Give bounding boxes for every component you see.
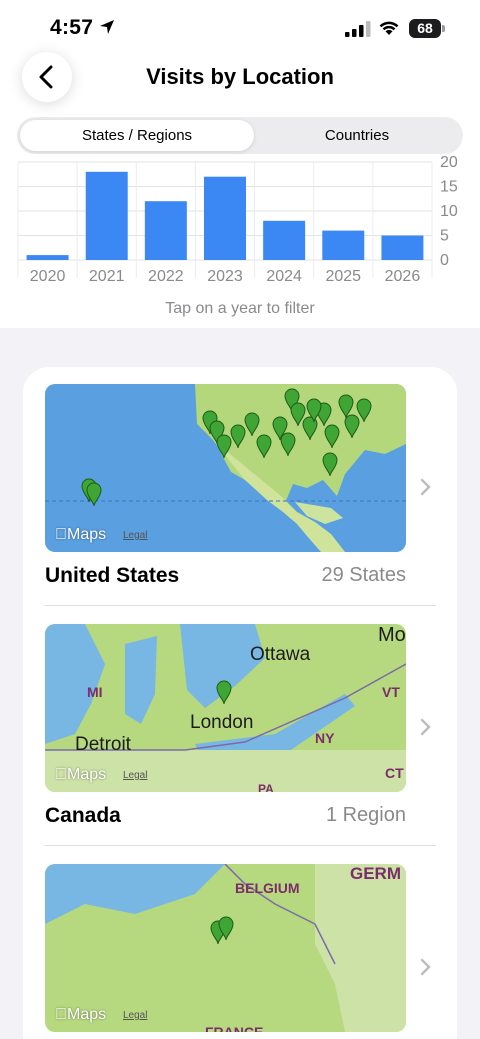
cellular-signal-icon <box>345 21 371 37</box>
maps-label: Maps <box>55 1006 106 1023</box>
map-canada[interactable]: Ottawa Mo MI VT London Detroit NY CT PA … <box>45 624 406 792</box>
chart-hint: Tap on a year to filter <box>165 300 315 317</box>
map-united-states[interactable]: Maps Legal <box>45 384 406 552</box>
location-count-canada: 1 Region <box>325 804 406 826</box>
x-tick-label: 2020 <box>30 268 66 285</box>
y-tick-label: 0 <box>440 252 449 269</box>
location-count-united-states: 29 States <box>321 564 406 586</box>
chevron-right-icon[interactable] <box>420 958 432 976</box>
y-tick-label: 10 <box>440 203 458 220</box>
visits-bar-chart[interactable]: 051015202020 2021 2022 2023 2024 2025 2026 <box>0 150 480 290</box>
map-label-mi: MI <box>87 684 103 700</box>
bar-2026[interactable] <box>381 235 424 261</box>
map-label-pa: PA <box>258 782 274 792</box>
bar-2023[interactable] <box>204 176 246 260</box>
map-france[interactable]: BELGIUM GERM FRANCE Maps Legal <box>45 864 406 1032</box>
maps-attribution[interactable]: Maps <box>55 526 106 544</box>
chevron-right-icon[interactable] <box>420 478 432 496</box>
y-tick-label: 5 <box>440 228 449 245</box>
legal-link[interactable]: Legal <box>123 530 147 541</box>
x-tick-label: 2022 <box>148 268 184 285</box>
maps-label: Maps <box>55 526 106 543</box>
location-arrow-icon <box>100 20 114 34</box>
location-name-canada: Canada <box>45 804 121 827</box>
battery-cap <box>442 25 445 32</box>
map-label-vt: VT <box>382 684 400 700</box>
map-label-ct: CT <box>385 765 404 781</box>
map-label-france: FRANCE <box>205 1024 264 1032</box>
maps-label: Maps <box>55 766 106 783</box>
row-divider <box>45 605 436 606</box>
segmented-control: States / Regions Countries <box>17 117 463 154</box>
y-tick-label: 20 <box>440 154 458 171</box>
x-tick-label: 2023 <box>207 268 243 285</box>
bar-2021[interactable] <box>85 171 128 260</box>
map-label-ottawa: Ottawa <box>250 644 311 665</box>
bar-2024[interactable] <box>263 220 306 260</box>
legal-link[interactable]: Legal <box>123 1010 147 1021</box>
apple-logo-icon:  <box>55 766 67 783</box>
battery-indicator: 68 <box>409 19 441 38</box>
apple-logo-icon:  <box>55 526 67 543</box>
header-area: 4:57 68 Visits by Location States / Regi… <box>0 0 480 328</box>
x-tick-label: 2025 <box>325 268 361 285</box>
status-bar: 4:57 68 <box>0 0 480 56</box>
bar-2022[interactable] <box>144 201 187 260</box>
locations-card: Maps Legal United States 29 States Otta… <box>23 367 457 1039</box>
y-tick-label: 15 <box>440 179 458 196</box>
map-label-germany: GERM <box>350 864 401 883</box>
page-title: Visits by Location <box>146 64 334 89</box>
apple-logo-icon:  <box>55 1006 67 1023</box>
segment-states-regions[interactable]: States / Regions <box>20 120 254 151</box>
map-label-detroit: Detroit <box>75 734 131 755</box>
segment-countries[interactable]: Countries <box>254 120 460 151</box>
chevron-right-icon[interactable] <box>420 718 432 736</box>
x-tick-label: 2021 <box>89 268 125 285</box>
bar-2025[interactable] <box>322 230 365 260</box>
map-label-belgium: BELGIUM <box>235 880 300 896</box>
row-divider <box>45 845 436 846</box>
status-time: 4:57 <box>50 16 94 39</box>
maps-attribution[interactable]: Maps <box>55 766 106 784</box>
location-name-united-states: United States <box>45 564 180 587</box>
map-label-montreal: Mo <box>378 624 406 646</box>
x-tick-label: 2026 <box>385 268 421 285</box>
wifi-icon <box>379 21 399 35</box>
map-label-london: London <box>190 712 254 733</box>
map-label-ny: NY <box>315 730 335 746</box>
maps-attribution[interactable]: Maps <box>55 1006 106 1024</box>
x-tick-label: 2024 <box>266 268 302 285</box>
legal-link[interactable]: Legal <box>123 770 147 781</box>
bar-2020[interactable] <box>26 255 69 260</box>
